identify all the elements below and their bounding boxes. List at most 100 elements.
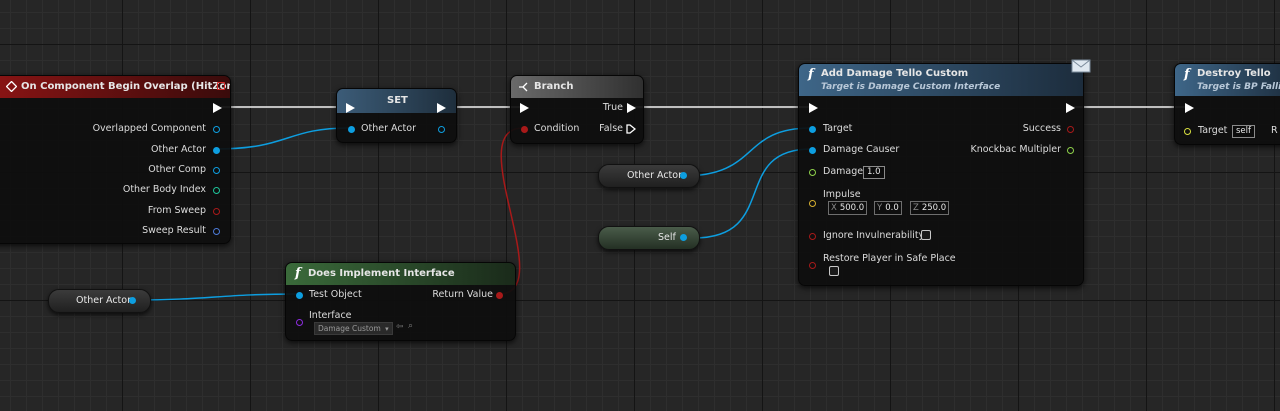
object-wire-self-to-causer	[693, 148, 812, 239]
false-exec-pin[interactable]	[626, 124, 636, 134]
pin-label-other-comp: Other Comp	[148, 164, 206, 175]
branch-node[interactable]: Branch True Condition False	[510, 75, 644, 144]
axis-x-label: X	[831, 203, 837, 213]
variable-label: Other Actor	[76, 295, 131, 306]
message-envelope-icon	[1071, 59, 1091, 73]
success-pin[interactable]	[1067, 126, 1074, 133]
exec-in-pin[interactable]	[809, 103, 818, 113]
node-title: On Component Begin Overlap (HitZone)	[21, 81, 231, 92]
pin-label-interface: Interface	[309, 310, 352, 321]
condition-pin[interactable]	[521, 126, 528, 133]
restore-player-checkbox[interactable]	[829, 266, 839, 276]
on-component-begin-overlap-node[interactable]: On Component Begin Overlap (HitZone) Ove…	[0, 75, 231, 244]
delegate-pin-icon[interactable]	[217, 82, 225, 90]
browse-search-icon[interactable]: ⌕	[408, 321, 413, 331]
target-pin[interactable]	[809, 126, 816, 133]
pin-label-other-actor: Other Actor	[361, 123, 416, 134]
other-actor-in-pin[interactable]	[348, 126, 355, 133]
impulse-x-value: 500.0	[839, 203, 865, 213]
other-actor-variable-getter-2[interactable]: Other Actor	[48, 289, 151, 313]
overlapped-component-pin[interactable]	[213, 126, 220, 133]
target-pin[interactable]	[1184, 128, 1191, 135]
ignore-invulnerability-checkbox[interactable]	[921, 230, 931, 240]
node-title: Does Implement Interface	[308, 268, 455, 279]
exec-in-pin[interactable]	[1185, 103, 1194, 113]
other-body-index-pin[interactable]	[213, 187, 220, 194]
target-self-field[interactable]: self	[1232, 125, 1256, 138]
self-reference-getter[interactable]: Self	[598, 226, 700, 250]
chevron-down-icon: ▾	[385, 325, 389, 333]
event-header: On Component Begin Overlap (HitZone)	[0, 76, 230, 98]
exec-out-pin[interactable]	[213, 103, 222, 113]
other-actor-out-pin[interactable]	[680, 172, 687, 179]
damage-pin[interactable]	[809, 169, 816, 176]
pin-label-target: Target	[1198, 125, 1228, 136]
does-implement-interface-node[interactable]: f Does Implement Interface Test Object R…	[285, 262, 516, 341]
cut-off-label: R	[1271, 125, 1278, 136]
pin-label-true: True	[602, 102, 623, 113]
impulse-y-field[interactable]: Y 0.0	[874, 201, 902, 215]
destroy-tello-node[interactable]: f Destroy Tello Target is BP Falling Tar…	[1174, 63, 1280, 145]
interface-select[interactable]: Damage Custom ▾	[314, 322, 393, 335]
pin-label-overlapped-component: Overlapped Component	[92, 123, 206, 134]
interface-select-value: Damage Custom	[318, 324, 381, 333]
damage-causer-pin[interactable]	[809, 147, 816, 154]
pin-label-target: Target	[823, 123, 853, 134]
pin-label-knockback-multiplier: Knockbac Multipler	[970, 144, 1061, 155]
impulse-x-field[interactable]: X 500.0	[828, 201, 868, 215]
from-sweep-pin[interactable]	[213, 208, 220, 215]
pin-label-damage-causer: Damage Causer	[823, 144, 900, 155]
other-actor-out-pin[interactable]	[438, 126, 445, 133]
self-out-pin[interactable]	[680, 234, 687, 241]
function-header: f Destroy Tello Target is BP Falling	[1175, 64, 1280, 96]
impulse-z-field[interactable]: Z 250.0	[910, 201, 950, 215]
use-selected-arrow-icon[interactable]: ⇦	[396, 322, 404, 332]
return-value-pin[interactable]	[496, 292, 503, 299]
pin-label-sweep-result: Sweep Result	[142, 225, 206, 236]
object-wire-var-to-test-object	[131, 293, 299, 301]
knockback-multiplier-pin[interactable]	[1067, 147, 1074, 154]
pin-label-other-body-index: Other Body Index	[122, 184, 206, 195]
pin-label-impulse: Impulse	[823, 189, 861, 200]
pin-label-restore-player: Restore Player in Safe Place	[823, 253, 956, 264]
function-icon: f	[295, 266, 301, 281]
axis-z-label: Z	[913, 203, 919, 213]
exec-out-pin[interactable]	[1066, 103, 1075, 113]
pin-label-damage: Damage	[823, 166, 864, 177]
impulse-pin[interactable]	[809, 200, 816, 207]
pin-label-from-sweep: From Sweep	[147, 205, 206, 216]
exec-out-pin[interactable]	[437, 103, 446, 113]
function-header: f Add Damage Tello Custom Target is Dama…	[799, 64, 1083, 96]
exec-in-pin[interactable]	[346, 103, 355, 113]
branch-header: Branch	[511, 76, 643, 98]
pin-label-return-value: Return Value	[432, 289, 493, 300]
variable-label: Self	[658, 232, 676, 243]
impulse-y-value: 0.0	[885, 203, 899, 213]
test-object-pin[interactable]	[296, 292, 303, 299]
object-wire-var-to-target	[682, 127, 812, 177]
interface-pin[interactable]	[296, 319, 303, 326]
pin-label-ignore-invulnerability: Ignore Invulnerability	[823, 230, 925, 241]
event-diamond-icon	[6, 81, 17, 92]
add-damage-tello-custom-node[interactable]: f Add Damage Tello Custom Target is Dama…	[798, 63, 1084, 286]
node-title: Branch	[534, 81, 574, 92]
other-actor-variable-getter[interactable]: Other Actor	[598, 164, 700, 188]
axis-y-label: Y	[877, 203, 883, 213]
set-variable-node[interactable]: SET Other Actor	[336, 88, 457, 143]
object-wire-other-actor-to-set	[214, 127, 350, 150]
other-comp-pin[interactable]	[213, 167, 220, 174]
impulse-z-value: 250.0	[921, 203, 947, 213]
pin-label-other-actor: Other Actor	[151, 144, 206, 155]
other-actor-out-pin[interactable]	[129, 297, 136, 304]
restore-player-pin[interactable]	[809, 262, 816, 269]
node-title: SET	[387, 95, 408, 106]
damage-value-field[interactable]: 1.0	[863, 166, 885, 179]
ignore-invulnerability-pin[interactable]	[809, 233, 816, 240]
node-title: Add Damage Tello Custom	[821, 68, 969, 79]
sweep-result-pin[interactable]	[213, 228, 220, 235]
true-exec-pin[interactable]	[627, 103, 636, 113]
exec-in-pin[interactable]	[520, 103, 529, 113]
pin-label-test-object: Test Object	[309, 289, 362, 300]
node-subtitle: Target is Damage Custom Interface	[821, 82, 1001, 92]
other-actor-pin[interactable]	[213, 147, 220, 154]
